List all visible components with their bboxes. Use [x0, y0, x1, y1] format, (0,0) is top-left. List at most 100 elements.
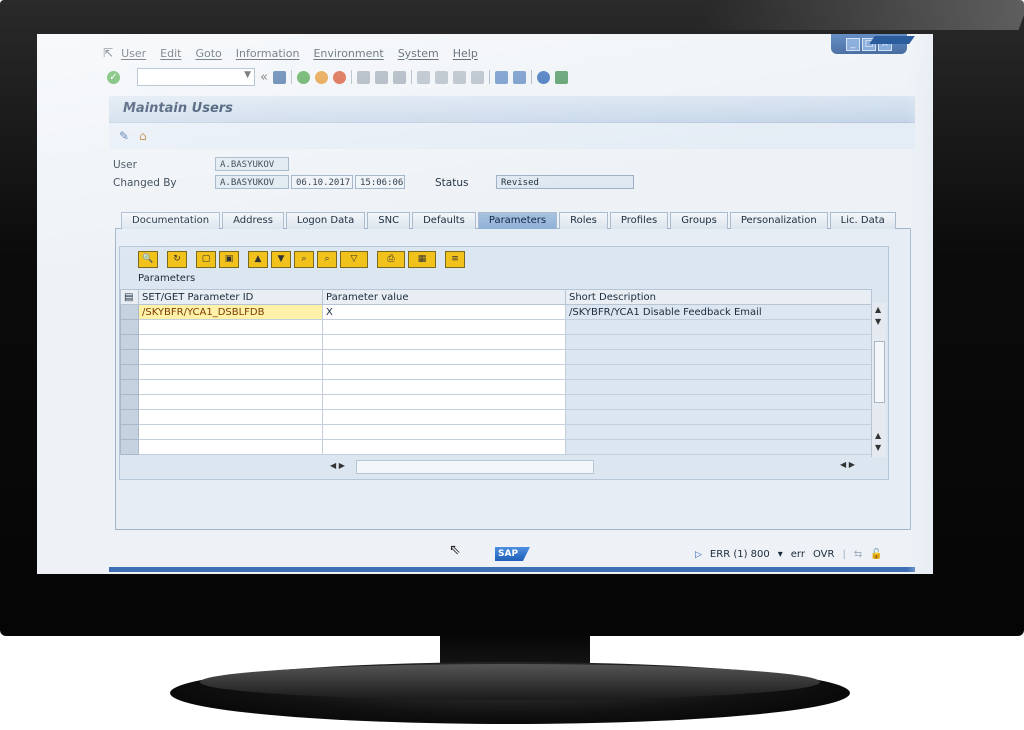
select-all-icon[interactable]: ▤ [120, 289, 139, 305]
parameter-id-cell[interactable] [138, 319, 323, 335]
save-icon[interactable] [272, 70, 286, 84]
system-client[interactable]: ERR (1) 800 [710, 549, 770, 560]
command-field[interactable]: ▼ [137, 68, 255, 86]
find-icon[interactable] [374, 70, 388, 84]
find-icon[interactable]: ⌕ [294, 251, 314, 268]
parameter-id-cell[interactable] [138, 424, 323, 440]
next-page-icon[interactable] [452, 70, 466, 84]
parameter-id-cell[interactable] [138, 394, 323, 410]
new-session-icon[interactable] [494, 70, 508, 84]
display-change-icon[interactable]: ✎ [119, 129, 129, 143]
scroll-left-icon[interactable]: ◀ ▶ [330, 461, 345, 470]
parameter-id-cell[interactable] [138, 364, 323, 380]
tab-documentation[interactable]: Documentation [121, 212, 221, 229]
parameter-value-cell[interactable] [322, 379, 566, 395]
row-selector[interactable] [120, 424, 139, 440]
cancel-icon[interactable] [332, 70, 346, 84]
parameter-value-cell[interactable] [322, 424, 566, 440]
tab-roles[interactable]: Roles [559, 212, 608, 229]
delete-row-icon[interactable]: ▣ [219, 251, 239, 268]
row-selector[interactable] [120, 319, 139, 335]
back-icon[interactable] [296, 70, 310, 84]
row-selector[interactable] [120, 409, 139, 425]
row-selector[interactable] [120, 364, 139, 380]
column-header-parameter-id[interactable]: SET/GET Parameter ID [138, 289, 323, 305]
parameter-value-cell[interactable] [322, 409, 566, 425]
parameter-value-cell[interactable] [322, 319, 566, 335]
user-field[interactable]: A.BASYUKOV [215, 157, 289, 171]
previous-page-icon[interactable] [434, 70, 448, 84]
menu-user[interactable]: User [121, 47, 146, 60]
table-row[interactable]: /SKYBFR/YCA1_DSBLFDB X/SKYBFR/YCA1 Disabl… [120, 304, 872, 320]
row-selector[interactable] [120, 304, 139, 320]
parameter-value-cell[interactable] [322, 394, 566, 410]
filter-icon[interactable]: ▽ [340, 251, 368, 268]
sort-ascending-icon[interactable]: ▲ [248, 251, 268, 268]
horizontal-scrollbar[interactable] [356, 460, 594, 474]
tab-logon-data[interactable]: Logon Data [285, 212, 366, 229]
scroll-right-icon[interactable]: ◀ ▶ [840, 460, 868, 472]
column-header-parameter-value[interactable]: Parameter value [322, 289, 566, 305]
tab-lic-data[interactable]: Lic. Data [829, 212, 896, 229]
menu-goto[interactable]: Goto [195, 47, 221, 60]
system-dropdown-icon[interactable]: ▾ [778, 549, 783, 560]
scroll-down-icon[interactable]: ▼ [875, 443, 881, 452]
menu-help[interactable]: Help [453, 47, 478, 60]
scroll-down-icon[interactable]: ▼ [875, 317, 881, 326]
table-row[interactable] [120, 334, 872, 350]
details-icon[interactable]: 🔍 [138, 251, 158, 268]
menu-information[interactable]: Information [236, 47, 300, 60]
lock-icon[interactable]: 🔓 [870, 549, 882, 560]
row-selector[interactable] [120, 439, 139, 455]
enter-check-icon[interactable]: ✓ [107, 70, 120, 84]
table-row[interactable] [120, 409, 872, 425]
find-next-icon[interactable] [392, 70, 406, 84]
parameter-value-cell[interactable]: X [322, 304, 566, 320]
scroll-up-icon[interactable]: ▲ [875, 431, 881, 440]
parameter-value-cell[interactable] [322, 334, 566, 350]
parameter-value-cell[interactable] [322, 364, 566, 380]
table-row[interactable] [120, 394, 872, 410]
print-icon[interactable]: ⎙ [377, 251, 405, 268]
help-icon[interactable] [536, 70, 550, 84]
other-user-icon[interactable]: ⌂ [139, 129, 147, 143]
sort-descending-icon[interactable]: ▼ [271, 251, 291, 268]
tab-address[interactable]: Address [222, 212, 284, 229]
insert-row-icon[interactable]: ▢ [196, 251, 216, 268]
tab-parameters[interactable]: Parameters [477, 212, 558, 229]
tab-snc[interactable]: SNC [367, 212, 411, 229]
parameter-id-cell[interactable] [138, 379, 323, 395]
table-row[interactable] [120, 379, 872, 395]
row-selector[interactable] [120, 394, 139, 410]
row-selector[interactable] [120, 379, 139, 395]
minimize-icon[interactable]: _ [846, 37, 860, 51]
back-collapse-icon[interactable]: « [260, 70, 268, 85]
row-selector[interactable] [120, 334, 139, 350]
scroll-up-icon[interactable]: ▲ [875, 305, 881, 314]
column-header-short-description[interactable]: Short Description [565, 289, 872, 305]
menu-edit[interactable]: Edit [160, 47, 181, 60]
customize-layout-icon[interactable] [554, 70, 568, 84]
find-next-icon[interactable]: ⌕ [317, 251, 337, 268]
expand-status-icon[interactable]: ▷ [695, 550, 702, 560]
tab-defaults[interactable]: Defaults [412, 212, 476, 229]
exit-menu-icon[interactable]: ⇱ [103, 46, 113, 60]
parameter-value-cell[interactable] [322, 349, 566, 365]
export-icon[interactable]: ≡ [445, 251, 465, 268]
vertical-scrollbar[interactable]: ▲ ▼ ▲ ▼ [871, 303, 886, 457]
row-selector[interactable] [120, 349, 139, 365]
parameter-id-cell[interactable] [138, 349, 323, 365]
table-row[interactable] [120, 439, 872, 455]
shortcut-icon[interactable] [512, 70, 526, 84]
parameter-id-cell[interactable] [138, 439, 323, 455]
menu-system[interactable]: System [398, 47, 439, 60]
print-icon[interactable] [356, 70, 370, 84]
layout-icon[interactable]: ▦ [408, 251, 436, 268]
table-row[interactable] [120, 319, 872, 335]
tab-personalization[interactable]: Personalization [729, 212, 828, 229]
scroll-thumb[interactable] [874, 341, 885, 403]
first-page-icon[interactable] [416, 70, 430, 84]
parameter-id-cell[interactable] [138, 409, 323, 425]
tab-groups[interactable]: Groups [670, 212, 728, 229]
parameter-value-cell[interactable] [322, 439, 566, 455]
